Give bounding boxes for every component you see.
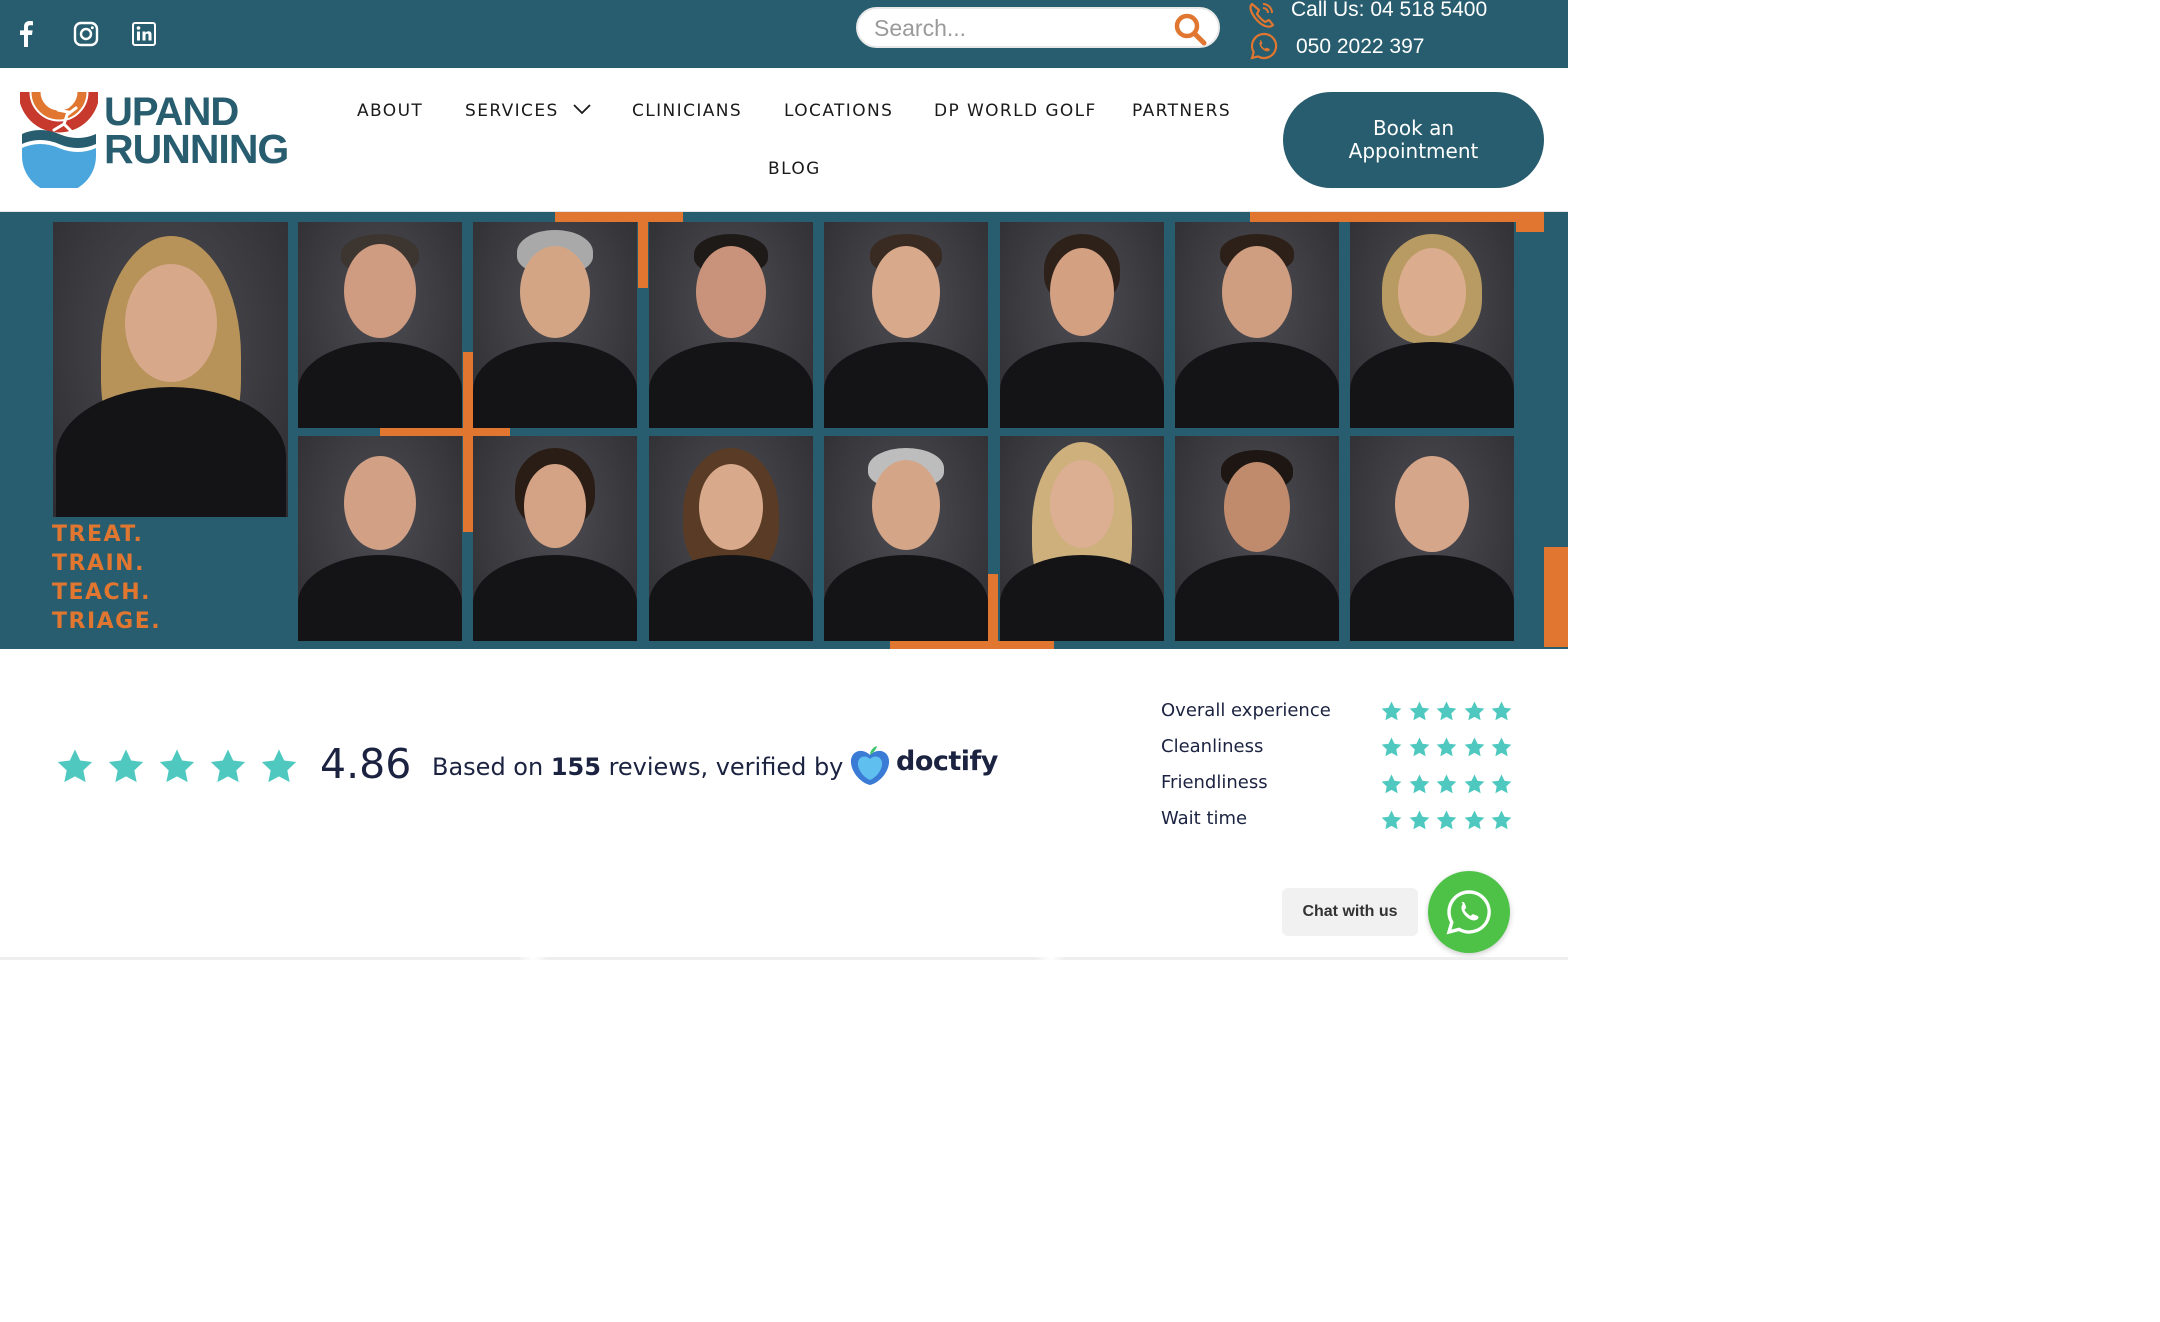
team-photo xyxy=(53,222,288,517)
star-icon xyxy=(1435,736,1458,764)
main-header: UPAND RUNNING ABOUT SERVICES CLINICIANS … xyxy=(0,68,1568,212)
nav-locations[interactable]: LOCATIONS xyxy=(784,101,893,121)
search-input[interactable] xyxy=(874,13,1164,43)
nav-blog[interactable]: BLOG xyxy=(768,159,821,179)
rating-summary: Based on 155 reviews, verified by xyxy=(432,753,843,781)
category-label-wait-time: Wait time xyxy=(1161,808,1248,829)
team-photo xyxy=(824,436,988,641)
whatsapp-icon xyxy=(1249,31,1279,61)
whatsapp-chat-button[interactable] xyxy=(1428,871,1510,953)
slogan-line: TRIAGE. xyxy=(52,609,162,634)
slogan-line: TREAT. xyxy=(52,522,144,547)
star-icon xyxy=(259,747,299,792)
star-icon xyxy=(1435,809,1458,837)
star-icon xyxy=(1490,773,1513,801)
doctify-link[interactable]: doctify xyxy=(896,746,998,777)
hero-team-banner: TREAT. TRAIN. TEACH. TRIAGE. xyxy=(0,212,1568,649)
team-photo xyxy=(1350,222,1514,428)
star-icon xyxy=(1408,773,1431,801)
team-photo xyxy=(1350,436,1514,641)
nav-services-label: SERVICES xyxy=(465,101,559,121)
slogan-line: TRAIN. xyxy=(52,551,145,576)
book-button-line-1: Book an xyxy=(1372,116,1455,140)
category-label-overall-experience: Overall experience xyxy=(1161,700,1331,721)
doctify-logo-icon[interactable] xyxy=(848,745,892,787)
team-photo xyxy=(824,222,988,428)
book-appointment-button[interactable]: Book an Appointment xyxy=(1283,92,1544,188)
star-icon xyxy=(1408,736,1431,764)
site-logo[interactable]: UPAND RUNNING xyxy=(18,90,295,193)
nav-partners[interactable]: PARTNERS xyxy=(1132,101,1231,121)
star-icon xyxy=(55,747,95,792)
accent-bar xyxy=(555,212,683,222)
star-icon xyxy=(1380,773,1403,801)
accent-bar xyxy=(1250,212,1516,222)
rating-text-prefix: Based on xyxy=(432,753,551,781)
star-icon xyxy=(1380,736,1403,764)
logo-mark-icon xyxy=(18,91,100,193)
team-photo xyxy=(1175,436,1339,641)
chevron-down-icon xyxy=(573,104,592,115)
team-photo xyxy=(1175,222,1339,428)
nav-dp-world-golf[interactable]: DP WORLD GOLF xyxy=(934,101,1097,121)
rating-text-suffix: reviews, verified by xyxy=(600,753,844,781)
star-icon xyxy=(1435,700,1458,728)
team-photo xyxy=(473,436,637,641)
team-photo xyxy=(298,436,462,641)
rating-score: 4.86 xyxy=(320,740,412,788)
hero-slogan: TREAT. TRAIN. TEACH. TRIAGE. xyxy=(52,520,161,636)
nav-clinicians[interactable]: CLINICIANS xyxy=(632,101,742,121)
team-photo xyxy=(298,222,462,428)
accent-bar xyxy=(890,641,1054,649)
instagram-icon[interactable] xyxy=(72,20,100,48)
section-divider xyxy=(0,957,1568,960)
accent-bar xyxy=(988,574,998,644)
logo-line-2: RUNNING xyxy=(104,126,289,172)
star-icon xyxy=(1435,773,1458,801)
team-photo xyxy=(1000,436,1164,641)
book-button-line-2: Appointment xyxy=(1348,139,1479,163)
star-icon xyxy=(1463,809,1486,837)
chat-with-us-button[interactable]: Chat with us xyxy=(1282,888,1418,936)
star-icon xyxy=(157,747,197,792)
nav-about[interactable]: ABOUT xyxy=(357,101,423,121)
whatsapp-icon xyxy=(1446,890,1491,935)
star-icon xyxy=(1463,736,1486,764)
star-icon xyxy=(1490,736,1513,764)
star-icon xyxy=(1380,700,1403,728)
team-photo xyxy=(1000,222,1164,428)
search-icon[interactable] xyxy=(1172,11,1208,47)
top-bar: Call Us: 04 518 5400 050 2022 397 xyxy=(0,0,1568,68)
team-photo xyxy=(649,222,813,428)
team-photo xyxy=(649,436,813,641)
accent-bar xyxy=(1544,547,1568,647)
accent-bar xyxy=(1516,212,1544,232)
linkedin-icon[interactable] xyxy=(130,20,158,48)
nav-services[interactable]: SERVICES xyxy=(465,101,592,121)
accent-bar xyxy=(463,352,473,532)
star-icon xyxy=(106,747,146,792)
phone-icon xyxy=(1246,0,1276,30)
slogan-line: TEACH. xyxy=(52,580,151,605)
accent-bar xyxy=(380,428,510,436)
star-icon xyxy=(1380,809,1403,837)
call-us-link[interactable]: Call Us: 04 518 5400 xyxy=(1291,0,1487,22)
star-icon xyxy=(1490,809,1513,837)
star-icon xyxy=(1463,773,1486,801)
star-icon xyxy=(208,747,248,792)
category-label-friendliness: Friendliness xyxy=(1161,772,1268,793)
star-icon xyxy=(1490,700,1513,728)
team-photo xyxy=(473,222,637,428)
whatsapp-number-link[interactable]: 050 2022 397 xyxy=(1296,35,1424,59)
star-icon xyxy=(1408,809,1431,837)
review-count: 155 xyxy=(550,753,601,781)
facebook-icon[interactable] xyxy=(12,20,40,48)
category-label-cleanliness: Cleanliness xyxy=(1161,736,1264,757)
star-icon xyxy=(1463,700,1486,728)
accent-bar xyxy=(638,222,648,288)
star-icon xyxy=(1408,700,1431,728)
search-bar xyxy=(856,7,1220,48)
